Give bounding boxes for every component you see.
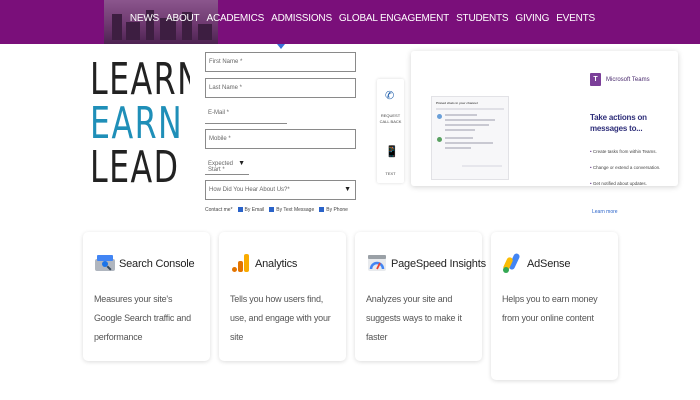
nav-academics[interactable]: ACADEMICS [206,13,264,24]
tool-description: Tells you how users find, use, and engag… [230,294,331,342]
dropdown-arrow-icon: ▼ [344,186,351,193]
checkbox-icon[interactable] [269,207,275,213]
teams-bullet: Get notified about updates. [590,181,676,186]
slogan-earn: EARN [90,98,184,149]
nav-admissions[interactable]: ADMISSIONS [271,13,332,24]
by-text-label: By Text Message [276,207,315,213]
teams-bullet: Change or extend a conversation. [590,165,676,170]
caret-down-icon [277,44,285,49]
slogan: LEARN EARN LEAD [90,58,190,226]
pagespeed-icon [368,255,386,271]
mock-header: Pinned chats in your channel [436,101,478,105]
call-line2: CALL BACK [379,119,402,124]
last-name-field[interactable]: Last Name * [205,78,356,98]
tool-description: Analyzes your site and suggests ways to … [366,294,462,342]
tool-title: PageSpeed Insights [391,258,486,270]
microsoft-teams-logo-icon: T [590,73,601,86]
tool-title: Search Console [119,258,195,270]
email-field[interactable]: E-Mail * [205,104,287,124]
teams-promo-card: Pinned chats in your channel T Microsoft… [411,51,678,186]
how-heard-label: How Did You Hear About Us?* [209,187,290,193]
by-text-option[interactable]: By Text Message [269,207,314,213]
tool-card-analytics[interactable]: Analytics Tells you how users find, use,… [219,232,346,361]
tool-card-pagespeed[interactable]: PageSpeed Insights Analyzes your site an… [355,232,486,361]
nav-students[interactable]: STUDENTS [456,13,508,24]
site-header: NEWS ABOUT ACADEMICS ADMISSIONS GLOBAL E… [0,0,700,44]
page: NEWS ABOUT ACADEMICS ADMISSIONS GLOBAL E… [0,0,700,400]
contact-widget: ✆ REQUEST CALL BACK 📱 TEXT [377,79,404,183]
tool-card-adsense[interactable]: AdSense Helps you to earn money from you… [491,232,618,380]
tool-description: Measures your site's Google Search traff… [94,294,191,342]
by-email-label: By Email [244,207,265,213]
expected-start-label: Expected Start * [208,161,234,173]
teams-chat-mockup: Pinned chats in your channel [431,96,509,180]
text-label: TEXT [385,171,396,176]
first-name-field[interactable]: First Name * [205,52,356,72]
call-line1: REQUEST [380,113,401,118]
tool-title: Analytics [255,258,298,270]
adsense-icon [503,253,520,273]
slogan-lead: LEAD [90,142,180,193]
contact-preference: Contact me* By Email By Text Message By … [205,207,348,213]
tool-card-search-console[interactable]: Search Console Measures your site's Goog… [83,232,210,361]
by-phone-label: By Phone [326,207,348,213]
teams-headline: Take actions on messages to... [590,113,647,133]
analytics-icon [232,254,249,272]
tool-title: AdSense [527,258,571,270]
nav-giving[interactable]: GIVING [515,13,549,24]
nav-global-engagement[interactable]: GLOBAL ENGAGEMENT [339,13,449,24]
tool-description: Helps you to earn money from your online… [502,294,598,323]
nav-news[interactable]: NEWS [130,13,159,24]
teams-bullet: Create tasks from within Teams. [590,149,676,154]
checkbox-icon[interactable] [237,207,243,213]
by-email-option[interactable]: By Email [237,207,265,213]
chat-icon: 📱 [385,146,399,158]
mobile-field[interactable]: Mobile * [205,129,356,149]
search-console-icon [95,255,115,271]
by-phone-option[interactable]: By Phone [319,207,348,213]
checkbox-icon[interactable] [319,207,325,213]
dropdown-arrow-icon: ▼ [238,160,245,167]
contact-label: Contact me* [205,207,233,213]
teams-brand: Microsoft Teams [606,77,650,83]
nav-about[interactable]: ABOUT [166,13,200,24]
slogan-learn: LEARN [90,58,190,105]
how-heard-select[interactable]: How Did You Hear About Us?* ▼ [205,180,356,200]
phone-icon: ✆ [385,90,395,102]
expected-start-select[interactable]: Expected Start * ▼ [205,155,249,175]
main-nav: NEWS ABOUT ACADEMICS ADMISSIONS GLOBAL E… [130,13,595,24]
nav-events[interactable]: EVENTS [556,13,595,24]
teams-learn-more-link[interactable]: Learn more [592,209,618,215]
teams-bullets: Create tasks from within Teams. Change o… [590,149,676,186]
